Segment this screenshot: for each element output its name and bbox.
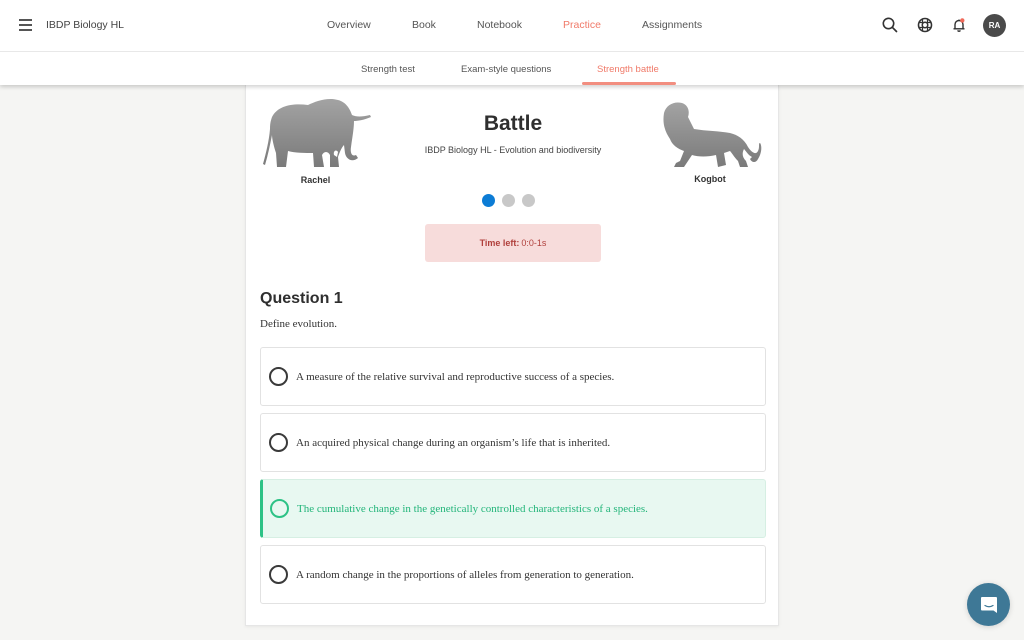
player-right: Kogbot [654,101,766,184]
chat-launcher-button[interactable] [967,583,1010,626]
time-left-value: 0:0-1s [521,238,547,248]
nav-book[interactable]: Book [412,19,436,31]
answer-option-correct[interactable]: The cumulative change in the genetically… [260,479,766,538]
answer-option[interactable]: An acquired physical change during an or… [260,413,766,472]
tab-exam-style-questions[interactable]: Exam-style questions [461,64,551,75]
nav-practice[interactable]: Practice [563,19,601,31]
lion-icon [663,102,762,167]
question-title: Question 1 [260,290,343,307]
radio-icon[interactable] [269,433,288,452]
nav-overview[interactable]: Overview [327,19,371,31]
tab-strength-battle[interactable]: Strength battle [597,64,659,75]
question-prompt: Define evolution. [260,318,337,330]
active-tab-indicator [582,82,676,85]
top-bar: IBDP Biology HL Overview Book Notebook P… [0,0,1024,52]
battle-card: Rachel Battle IBDP Biology HL - Evolutio… [245,85,779,626]
answer-option-text: A measure of the relative survival and r… [296,370,615,383]
round-dot-2[interactable] [502,194,515,207]
lifebuoy-icon[interactable] [916,16,934,34]
radio-icon[interactable] [269,565,288,584]
nav-notebook[interactable]: Notebook [477,19,522,31]
player-left-name: Rachel [300,175,331,185]
time-left-banner: Time left: 0:0-1s [425,224,601,262]
radio-icon[interactable] [269,367,288,386]
tab-strength-test[interactable]: Strength test [361,64,415,75]
search-icon[interactable] [881,16,899,34]
user-avatar[interactable]: RA [983,14,1006,37]
answer-option[interactable]: A measure of the relative survival and r… [260,347,766,406]
round-dot-1[interactable] [482,194,495,207]
player-left: Rachel [258,95,373,185]
answer-option-text: An acquired physical change during an or… [296,436,611,449]
time-left-label: Time left: [479,238,520,248]
chat-icon [980,596,997,613]
round-dot-3[interactable] [522,194,535,207]
nav-assignments[interactable]: Assignments [642,19,702,31]
main-nav: Overview Book Notebook Practice Assignme… [0,19,1024,33]
radio-icon[interactable] [270,499,289,518]
answer-option-text: The cumulative change in the genetically… [297,502,648,515]
answer-option-text: A random change in the proportions of al… [296,568,634,581]
sub-nav: Strength test Exam-style questions Stren… [0,52,1024,85]
player-right-name: Kogbot [694,174,726,184]
bell-icon[interactable] [950,16,968,34]
answer-option[interactable]: A random change in the proportions of al… [260,545,766,604]
